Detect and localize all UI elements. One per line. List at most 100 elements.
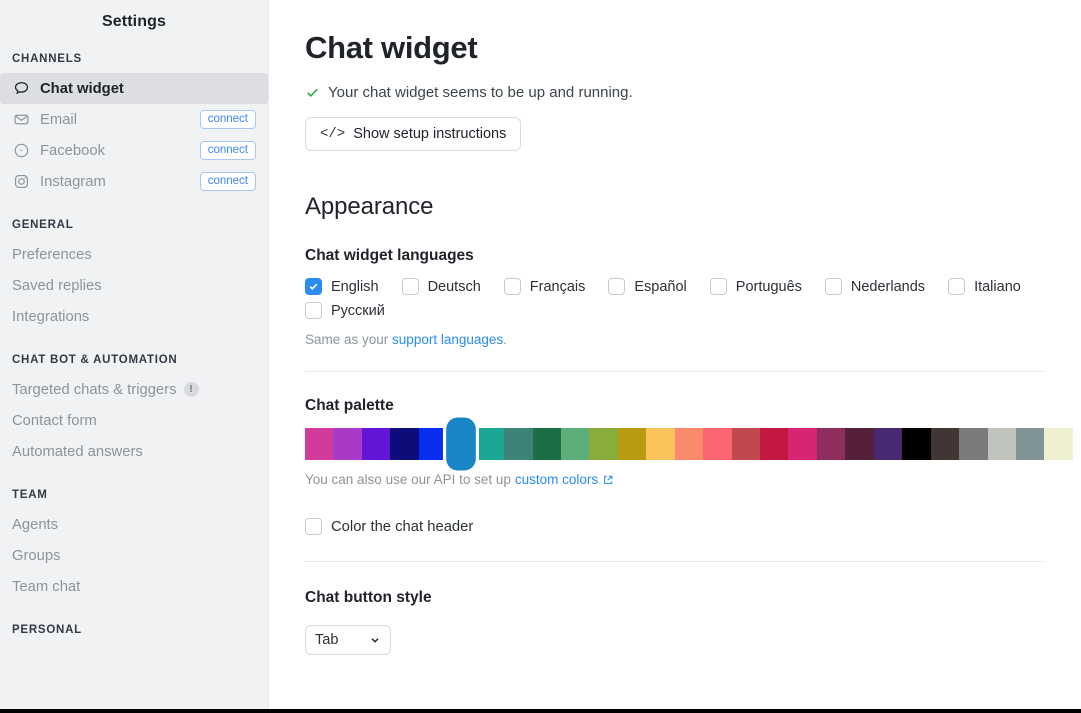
- palette-swatch[interactable]: [475, 428, 505, 460]
- group-label-personal: PERSONAL: [12, 624, 82, 636]
- palette-swatch[interactable]: [504, 428, 533, 460]
- group-label-chatbot: CHAT BOT & AUTOMATION: [12, 354, 178, 366]
- chat-bubble-icon: [12, 80, 30, 98]
- languages-hint-prefix: Same as your: [305, 332, 393, 347]
- chevron-down-icon: [369, 634, 381, 646]
- sidebar-item-automated-answers[interactable]: Automated answers: [0, 436, 268, 467]
- language-label: Français: [529, 278, 586, 295]
- setup-button-label: Show setup instructions: [353, 126, 507, 142]
- palette-swatch[interactable]: [589, 428, 618, 460]
- sidebar-item-targeted-chats[interactable]: Targeted chats & triggers !: [0, 374, 268, 405]
- checkbox-portugues[interactable]: [709, 278, 727, 295]
- page-title: Chat widget: [305, 30, 478, 65]
- checkbox-italiano[interactable]: [948, 278, 966, 295]
- sidebar-item-label: Automated answers: [12, 443, 143, 460]
- palette-swatch[interactable]: [390, 428, 419, 460]
- support-languages-link[interactable]: support languages: [392, 332, 503, 347]
- palette-swatch[interactable]: [1015, 428, 1045, 460]
- palette-swatch[interactable]: [1044, 428, 1073, 460]
- checkbox-deutsch[interactable]: [401, 278, 419, 295]
- chat-button-style-select[interactable]: Tab: [305, 625, 391, 655]
- sidebar-group-personal: PERSONAL: [0, 624, 268, 636]
- language-option-francais[interactable]: Français: [503, 278, 586, 295]
- external-link-icon[interactable]: [602, 474, 614, 486]
- checkbox-color-chat-header[interactable]: [305, 518, 322, 535]
- language-option-deutsch[interactable]: Deutsch: [401, 278, 481, 295]
- sidebar-item-preferences[interactable]: Preferences: [0, 239, 268, 270]
- color-chat-header-label: Color the chat header: [331, 518, 474, 535]
- language-option-english[interactable]: English: [305, 278, 379, 295]
- instagram-icon: [12, 173, 30, 191]
- palette-swatch[interactable]: [845, 428, 874, 460]
- language-label: Português: [735, 278, 802, 295]
- palette-swatch[interactable]: [617, 428, 647, 460]
- chat-palette-swatches[interactable]: [305, 417, 1073, 471]
- sidebar-item-email[interactable]: Email connect: [0, 104, 268, 135]
- sidebar-item-label: Groups: [12, 547, 61, 564]
- palette-swatch[interactable]: [305, 428, 334, 460]
- palette-swatch[interactable]: [959, 428, 988, 460]
- sidebar-item-facebook[interactable]: Facebook connect: [0, 135, 268, 166]
- sidebar-item-team-chat[interactable]: Team chat: [0, 571, 268, 602]
- sidebar-item-chat-widget[interactable]: Chat widget: [0, 73, 268, 104]
- language-option-italiano[interactable]: Italiano: [948, 278, 1021, 295]
- palette-hint: You can also use our API to set up custo…: [305, 472, 1081, 487]
- palette-swatch[interactable]: [930, 428, 960, 460]
- sidebar-item-instagram[interactable]: Instagram connect: [0, 166, 268, 197]
- connect-button-instagram[interactable]: connect: [199, 171, 256, 192]
- sidebar-item-label: Preferences: [12, 246, 92, 263]
- color-chat-header-option[interactable]: Color the chat header: [305, 518, 1081, 535]
- palette-swatch[interactable]: [760, 428, 789, 460]
- connect-button-email[interactable]: connect: [199, 109, 256, 130]
- palette-swatch[interactable]: [987, 428, 1016, 460]
- language-option-espanol[interactable]: Español: [608, 278, 687, 295]
- language-label: Nederlands: [850, 278, 926, 295]
- palette-swatch[interactable]: [418, 428, 448, 460]
- language-label: Italiano: [974, 278, 1021, 295]
- palette-swatch[interactable]: [731, 428, 760, 460]
- sidebar-item-label: Integrations: [12, 308, 90, 325]
- language-label: Español: [634, 278, 687, 295]
- language-option-portugues[interactable]: Português: [709, 278, 802, 295]
- sidebar-item-label: Facebook: [40, 142, 105, 159]
- language-option-russian[interactable]: Русский: [305, 302, 1022, 319]
- palette-swatch[interactable]: [532, 428, 561, 460]
- palette-swatch[interactable]: [646, 428, 675, 460]
- palette-swatch[interactable]: [560, 428, 590, 460]
- checkbox-russian[interactable]: [305, 302, 322, 319]
- palette-swatch[interactable]: [873, 428, 903, 460]
- palette-swatch[interactable]: [788, 428, 817, 460]
- code-icon: </>: [320, 126, 346, 142]
- palette-swatch[interactable]: [703, 428, 732, 460]
- palette-swatch[interactable]: [816, 428, 846, 460]
- envelope-icon: [12, 111, 30, 129]
- show-setup-instructions-button[interactable]: </> Show setup instructions: [305, 117, 522, 151]
- checkbox-francais[interactable]: [503, 278, 521, 295]
- settings-page: Settings CHANNELS Chat widget Email conn…: [0, 0, 1081, 713]
- sidebar-item-label: Email: [40, 111, 77, 128]
- sidebar-item-groups[interactable]: Groups: [0, 540, 268, 571]
- check-icon: [305, 85, 320, 100]
- checkbox-nederlands[interactable]: [824, 278, 842, 295]
- checkbox-espanol[interactable]: [608, 278, 626, 295]
- appearance-heading: Appearance: [305, 193, 434, 220]
- connect-button-facebook[interactable]: connect: [199, 140, 256, 161]
- sidebar-item-label: Chat widget: [40, 80, 124, 97]
- language-option-nederlands[interactable]: Nederlands: [824, 278, 926, 295]
- palette-swatch[interactable]: [902, 428, 931, 460]
- sidebar-item-integrations[interactable]: Integrations: [0, 301, 268, 332]
- sidebar-item-label: Contact form: [12, 412, 97, 429]
- palette-swatch[interactable]: [446, 417, 477, 471]
- sidebar-item-contact-form[interactable]: Contact form: [0, 405, 268, 436]
- sidebar-item-agents[interactable]: Agents: [0, 509, 268, 540]
- palette-swatch[interactable]: [333, 428, 362, 460]
- checkbox-english[interactable]: [305, 278, 322, 295]
- chat-widget-languages-heading: Chat widget languages: [305, 247, 474, 264]
- widget-status: Your chat widget seems to be up and runn…: [305, 84, 1081, 101]
- sidebar-item-saved-replies[interactable]: Saved replies: [0, 270, 268, 301]
- custom-colors-link[interactable]: custom colors: [515, 472, 598, 487]
- warning-badge-icon: !: [183, 382, 199, 397]
- palette-swatch[interactable]: [361, 428, 391, 460]
- language-checkbox-group: English Deutsch Français Español Portugu…: [305, 278, 1045, 319]
- palette-swatch[interactable]: [674, 428, 704, 460]
